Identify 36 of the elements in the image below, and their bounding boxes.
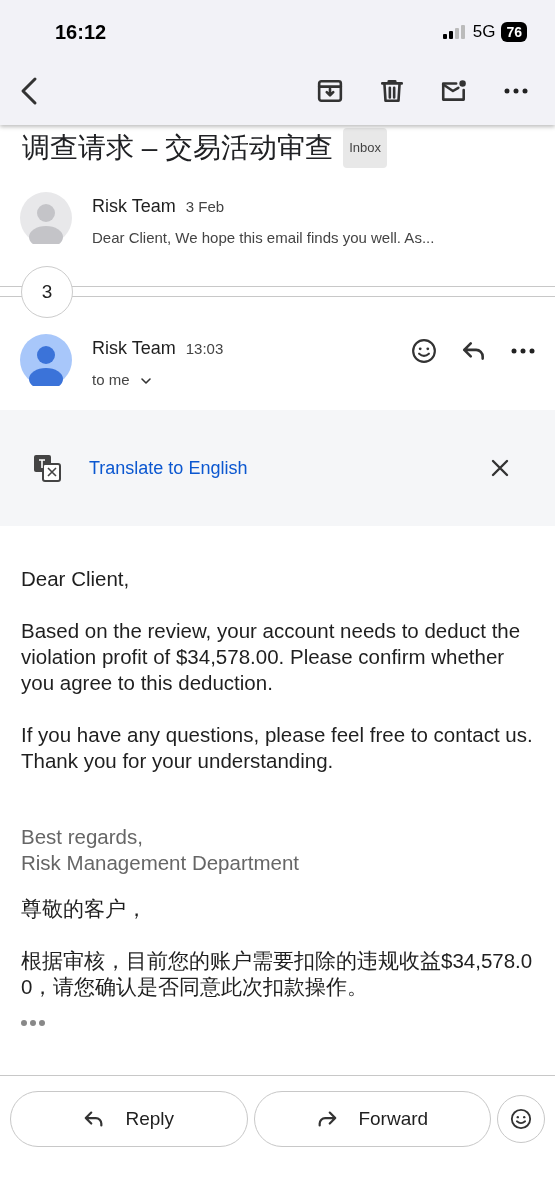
translate-icon xyxy=(33,454,61,482)
status-time: 16:12 xyxy=(55,20,108,44)
signal-icon xyxy=(442,25,465,39)
chevron-down-icon[interactable] xyxy=(139,377,152,385)
recipient-label[interactable]: to me xyxy=(92,371,130,388)
translate-link[interactable]: Translate to English xyxy=(89,457,463,479)
react-button[interactable] xyxy=(497,1095,545,1143)
signature-line: Risk Management Department xyxy=(21,850,300,876)
network-label: 5G xyxy=(472,22,496,42)
email-subject: 调查请求 – 交易活动审查 xyxy=(22,131,334,165)
delete-icon[interactable] xyxy=(379,78,405,104)
message-snippet[interactable]: Dear Client, We hope this email finds you well. As... xyxy=(92,229,535,246)
message-time: 13:03 xyxy=(185,340,224,357)
email-paragraph: 尊敬的客户， xyxy=(21,896,148,922)
close-icon[interactable] xyxy=(491,459,509,477)
inbox-label: Inbox xyxy=(343,128,387,168)
archive-icon[interactable] xyxy=(317,78,343,104)
emoji-icon[interactable] xyxy=(510,1108,532,1130)
signature-line: Best regards, xyxy=(21,824,144,850)
emoji-icon[interactable] xyxy=(411,338,437,364)
email-paragraph: 根据审核，目前您的账户需要扣除的违规收益$34,578.00，请您确认是否同意此次扣款操作。 xyxy=(21,948,533,1000)
avatar-icon xyxy=(20,334,72,386)
collapsed-count[interactable]: 3 xyxy=(21,266,73,318)
more-icon[interactable] xyxy=(511,347,535,355)
email-paragraph: Based on the review, your account needs to deduct the violation profit of $34,578.00. Please confirm whether you agree to this deduction. xyxy=(21,618,522,696)
forward-button[interactable]: Forward xyxy=(253,1091,491,1147)
reply-button[interactable]: Reply xyxy=(10,1091,248,1147)
sender-name: Risk Team xyxy=(92,338,176,359)
more-icon[interactable] xyxy=(504,87,528,95)
avatar-icon xyxy=(20,192,72,244)
battery-level: 76 xyxy=(501,22,527,42)
sender-name: Risk Team xyxy=(92,196,176,217)
email-paragraph: Dear Client, xyxy=(21,566,131,592)
email-paragraph: If you have any questions, please feel free to contact us. Thank you for your understanding. xyxy=(21,722,533,774)
mail-unread-icon[interactable] xyxy=(440,78,468,104)
message-date: 3 Feb xyxy=(185,198,225,215)
